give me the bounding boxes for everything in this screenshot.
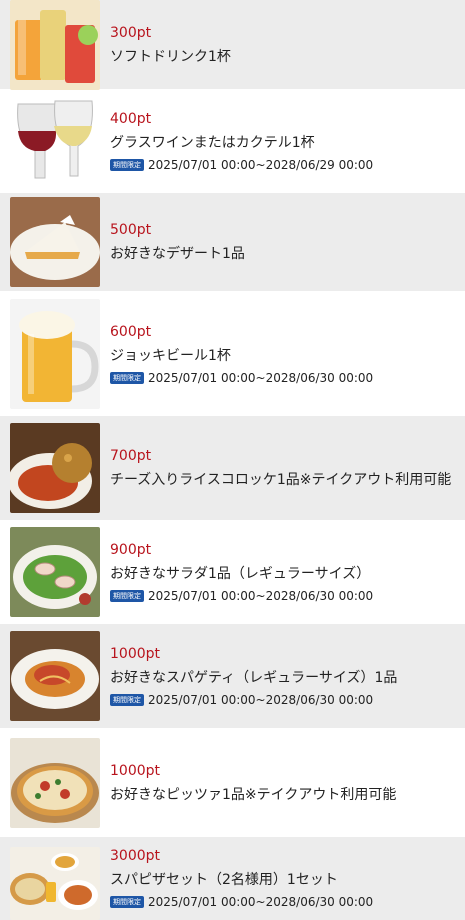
limited-badge: 期間限定 [110,896,144,908]
rice-croquette-photo [10,423,100,513]
reward-name: スパピザセット（2名様用）1セット [110,872,338,888]
reward-item[interactable]: 1000pt お好きなスパゲティ（レギュラーサイズ）1品 期間限定 2025/0… [0,624,465,728]
limited-badge: 期間限定 [110,159,144,171]
period-text: 2025/07/01 00:00~2028/06/30 00:00 [148,693,374,707]
limited-badge: 期間限定 [110,694,144,706]
points-label: 700pt [110,448,152,464]
limited-period: 期間限定 2025/07/01 00:00~2028/06/29 00:00 [110,158,373,172]
reward-name: ソフトドリンク1杯 [110,48,231,65]
period-text: 2025/07/01 00:00~2028/06/30 00:00 [148,895,374,909]
salad-photo [10,527,100,617]
limited-badge: 期間限定 [110,371,144,384]
period-text: 2025/07/01 00:00~2028/06/30 00:00 [148,370,374,385]
dessert-pie-photo [10,197,100,287]
soft-drink-photo [10,0,100,90]
points-label: 1000pt [110,646,161,662]
reward-name: お好きなサラダ1品（レギュラーサイズ） [110,566,371,582]
reward-item[interactable]: 1000pt お好きなピッツァ1品※テイクアウト利用可能 [0,728,465,837]
period-text: 2025/07/01 00:00~2028/06/29 00:00 [148,158,374,172]
points-label: 400pt [110,111,152,127]
points-label: 3000pt [110,848,161,864]
pizza-photo [10,737,100,828]
reward-item[interactable]: 3000pt スパピザセット（2名様用）1セット 期間限定 2025/07/01… [0,837,465,920]
limited-period: 期間限定 2025/07/01 00:00~2028/06/30 00:00 [110,895,373,909]
points-label: 600pt [110,323,152,340]
points-label: 300pt [110,24,152,41]
limited-period: 期間限定 2025/07/01 00:00~2028/06/30 00:00 [110,371,373,385]
reward-item[interactable]: 700pt チーズ入りライスコロッケ1品※テイクアウト利用可能 [0,416,465,520]
points-label: 900pt [110,542,152,558]
wine-glasses-photo [10,96,100,186]
reward-name: お好きなデザート1品 [110,246,245,262]
reward-item[interactable]: 600pt ジョッキビール1杯 期間限定 2025/07/01 00:00~20… [0,291,465,416]
spaghetti-photo [10,631,100,721]
reward-name: ジョッキビール1杯 [110,347,231,364]
reward-name: グラスワインまたはカクテル1杯 [110,135,315,151]
reward-item[interactable]: 300pt ソフトドリンク1杯 [0,0,465,90]
reward-item[interactable]: 500pt お好きなデザート1品 [0,193,465,291]
reward-name: お好きなスパゲティ（レギュラーサイズ）1品 [110,670,398,686]
period-text: 2025/07/01 00:00~2028/06/30 00:00 [148,589,374,603]
reward-item[interactable]: 400pt グラスワインまたはカクテル1杯 期間限定 2025/07/01 00… [0,89,465,193]
reward-list: 300pt ソフトドリンク1杯 400pt グラスワインまたはカクテル1杯 期間… [0,0,465,920]
reward-item[interactable]: 900pt お好きなサラダ1品（レギュラーサイズ） 期間限定 2025/07/0… [0,520,465,624]
limited-period: 期間限定 2025/07/01 00:00~2028/06/30 00:00 [110,589,373,603]
limited-badge: 期間限定 [110,590,144,602]
reward-name: チーズ入りライスコロッケ1品※テイクアウト利用可能 [110,472,452,488]
limited-period: 期間限定 2025/07/01 00:00~2028/06/30 00:00 [110,693,397,707]
reward-name: お好きなピッツァ1品※テイクアウト利用可能 [110,786,397,803]
set-meal-photo [10,847,100,920]
beer-mug-photo [10,298,100,409]
points-label: 500pt [110,222,152,238]
points-label: 1000pt [110,762,161,779]
